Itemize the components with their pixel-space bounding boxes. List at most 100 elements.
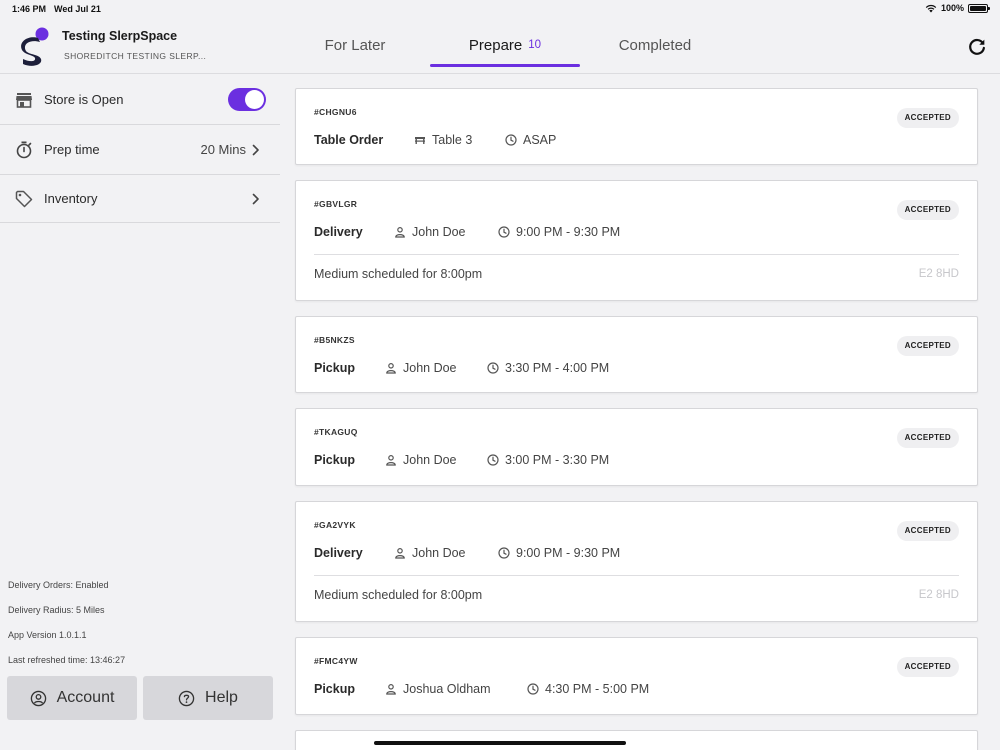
last-refreshed-info: Last refreshed time: 13:46:27 [8,655,126,665]
clock-icon [505,134,517,146]
delivery-orders-info: Delivery Orders: Enabled [8,580,109,590]
table-name: Table 3 [432,133,473,147]
clock-icon [487,454,499,466]
prep-time-label: Prep time [44,142,100,157]
divider [314,254,959,255]
status-time: 1:46 PM [12,4,47,14]
status-badge: ACCEPTED [896,657,959,677]
person-icon [386,362,396,374]
customer-name: John Doe [412,546,466,560]
order-type: Pickup [314,682,355,696]
chevron-right-icon [252,193,259,204]
app-version-info: App Version 1.0.1.1 [8,630,87,640]
inventory-label: Inventory [44,191,98,206]
person-icon [386,454,396,466]
order-time: 4:30 PM - 5:00 PM [545,682,650,696]
order-note: Medium scheduled for 8:00pm [314,588,483,602]
battery-icon [968,3,990,13]
status-badge: ACCEPTED [896,336,959,356]
tag-icon [15,190,33,207]
tab-label: Prepare [468,37,523,54]
clock-icon [498,226,510,238]
inventory-row[interactable]: Inventory [0,175,280,223]
customer-name: Joshua Oldham [403,682,491,696]
battery-percent: 100% [940,3,964,13]
order-id: #GA2VYK [314,520,356,530]
order-type: Delivery [314,546,363,560]
order-card[interactable]: #GBVLGR ACCEPTED Delivery John Doe 9:00 … [295,180,978,301]
order-time: 9:00 PM - 9:30 PM [516,225,621,239]
status-badge: ACCEPTED [896,108,959,128]
account-button[interactable]: Account [7,676,137,720]
tab-label: For Later [324,37,386,54]
order-type: Pickup [314,361,355,375]
order-note: Medium scheduled for 8:00pm [314,267,483,281]
customer-name: John Doe [403,361,457,375]
slerp-logo [21,27,49,66]
clock-icon [498,547,510,559]
tab-label: Completed [618,37,692,54]
prep-time-row[interactable]: Prep time 20 Mins [0,125,280,175]
person-icon [395,226,405,238]
order-card[interactable]: #FMC4YW ACCEPTED Pickup Joshua Oldham 4:… [295,637,978,715]
order-id: #CHGNU6 [314,107,357,117]
home-indicator[interactable] [374,741,626,745]
order-time: 3:30 PM - 4:00 PM [505,361,610,375]
status-bar: 1:46 PM Wed Jul 21 100% [0,0,1000,18]
table-icon [415,137,425,144]
order-id: #FMC4YW [314,656,358,666]
store-subtitle: SHOREDITCH TESTING SLERP... [64,51,207,61]
order-card[interactable]: #GA2VYK ACCEPTED Delivery John Doe 9:00 … [295,501,978,622]
tab-for-later[interactable]: For Later [280,18,430,74]
delivery-radius-info: Delivery Radius: 5 Miles [8,605,105,615]
order-id: #TKAGUQ [314,427,358,437]
postcode: E2 8HD [918,268,959,280]
order-time: 9:00 PM - 9:30 PM [516,546,621,560]
order-time: ASAP [523,133,557,147]
header: Testing SlerpSpace SHOREDITCH TESTING SL… [0,18,1000,74]
tab-completed[interactable]: Completed [580,18,730,74]
tab-prepare[interactable]: Prepare 10 [430,18,580,74]
person-icon [386,683,396,695]
sidebar: Store is Open Prep time 20 Mins Inventor… [0,75,280,750]
active-tab-indicator [430,64,580,67]
order-card[interactable]: #TKAGUQ ACCEPTED Pickup John Doe 3:00 PM… [295,408,978,486]
help-circle-icon [178,690,195,706]
divider [314,575,959,576]
prep-time-value: 20 Mins [200,142,246,157]
store-open-toggle[interactable] [228,88,266,111]
tab-count-badge: 10 [528,39,542,51]
help-button[interactable]: Help [143,676,273,720]
stopwatch-icon [16,141,32,158]
clock-icon [527,683,539,695]
store-open-row: Store is Open [0,75,280,125]
wifi-icon [925,4,937,12]
customer-name: John Doe [403,453,457,467]
order-type: Pickup [314,453,355,467]
refresh-icon[interactable] [966,36,988,58]
order-card[interactable] [295,730,978,750]
status-badge: ACCEPTED [896,428,959,448]
account-label: Account [56,689,115,706]
order-card[interactable]: #CHGNU6 ACCEPTED Table Order Table 3 ASA… [295,88,978,165]
store-open-label: Store is Open [44,92,124,107]
order-id: #B5NKZS [314,335,355,345]
help-label: Help [205,689,238,706]
order-tabs: For Later Prepare 10 Completed [280,18,880,74]
order-type: Table Order [314,133,384,147]
person-icon [395,547,405,559]
status-badge: ACCEPTED [896,200,959,220]
user-circle-icon [30,690,46,706]
chevron-right-icon [252,144,259,155]
store-name: Testing SlerpSpace [62,29,178,43]
postcode: E2 8HD [918,589,959,601]
store-icon [16,92,32,108]
order-id: #GBVLGR [314,199,358,209]
clock-icon [487,362,499,374]
order-type: Delivery [314,225,363,239]
customer-name: John Doe [412,225,466,239]
order-card[interactable]: #B5NKZS ACCEPTED Pickup John Doe 3:30 PM… [295,316,978,393]
status-date: Wed Jul 21 [54,4,101,14]
status-badge: ACCEPTED [896,521,959,541]
status-indicators: 100% [925,3,990,13]
